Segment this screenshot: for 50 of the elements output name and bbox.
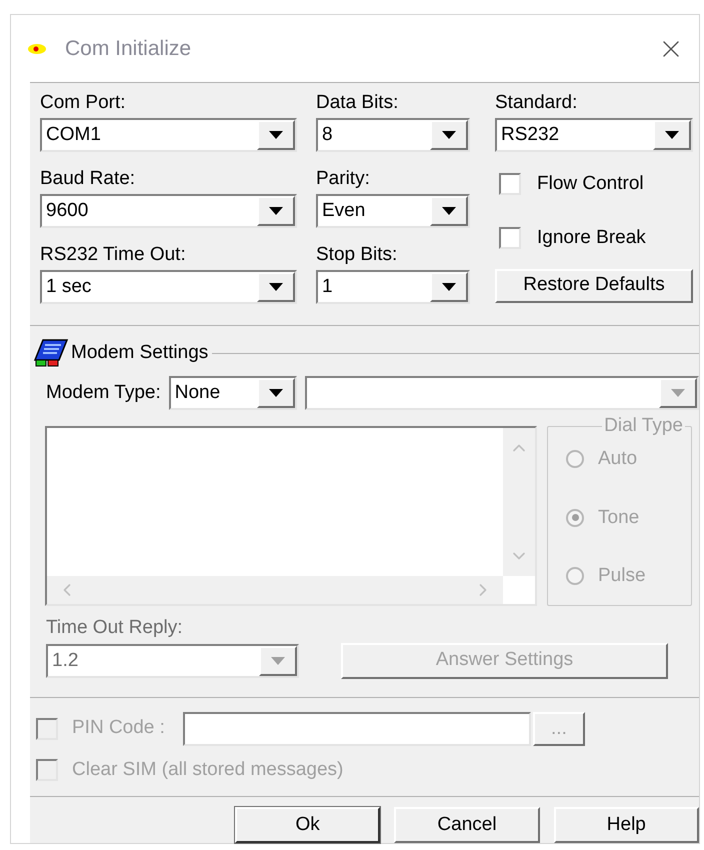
dropdown[interactable]: RS232 <box>495 118 693 152</box>
dropdown[interactable]: 9600 <box>40 194 297 228</box>
field-label: Com Port: <box>40 91 127 115</box>
checkbox-label: Clear SIM (all stored messages) <box>72 758 344 782</box>
dropdown[interactable]: 1 <box>316 270 470 304</box>
field-label: RS232 Time Out: <box>40 243 187 267</box>
horizontal-scrollbar[interactable] <box>47 576 503 604</box>
dropdown-arrow-icon <box>442 206 456 214</box>
modem-icon <box>33 338 69 368</box>
checkbox-label: PIN Code : <box>72 716 165 740</box>
dropdown[interactable]: 1 sec <box>40 270 297 304</box>
checkbox[interactable] <box>499 227 521 250</box>
radio-label: Tone <box>598 506 640 530</box>
dropdown[interactable]: Even <box>316 194 470 228</box>
dropdown[interactable]: None <box>168 376 297 410</box>
field-label: Data Bits: <box>316 91 400 115</box>
checkbox[interactable] <box>499 172 521 195</box>
dropdown-arrow-icon <box>665 130 679 138</box>
dropdown[interactable]: 8 <box>316 118 470 152</box>
dropdown[interactable]: COM1 <box>40 118 297 152</box>
field-label: Stop Bits: <box>316 243 398 267</box>
radio-label: Auto <box>598 447 638 471</box>
pin-code-field[interactable] <box>182 712 531 746</box>
radio-label: Pulse <box>598 564 646 588</box>
dropdown-arrow-icon <box>442 130 456 138</box>
dialog-button[interactable]: Ok <box>235 807 380 843</box>
dropdown-arrow-icon <box>268 389 283 397</box>
dropdown-arrow-icon <box>269 206 283 214</box>
group-title: Dial Type <box>602 415 685 437</box>
field-label: Time Out Reply: <box>46 616 184 640</box>
dropdown-arrow-icon <box>269 130 283 138</box>
field-label: Baud Rate: <box>40 167 136 191</box>
checkbox-label: Flow Control <box>537 172 644 196</box>
section-title: Modem Settings <box>71 340 208 365</box>
field-label: Modem Type: <box>46 380 161 405</box>
app-icon <box>27 42 47 54</box>
dropdown-arrow-icon <box>271 656 285 664</box>
vertical-scrollbar[interactable] <box>503 428 535 576</box>
dropdown[interactable] <box>304 376 699 410</box>
field-label: Parity: <box>316 167 371 191</box>
restore-defaults-button[interactable]: Restore Defaults <box>495 268 693 302</box>
list-box[interactable] <box>45 426 537 606</box>
checkbox-label: Ignore Break <box>537 226 646 250</box>
window-title: Com Initialize <box>65 36 192 62</box>
dropdown-arrow-icon <box>442 282 456 290</box>
dropdown-arrow-icon <box>269 282 283 290</box>
field-label: Standard: <box>495 91 578 115</box>
dialog-button[interactable]: Help <box>554 807 699 843</box>
dialog-button[interactable]: Cancel <box>394 807 540 843</box>
dropdown-arrow-icon <box>671 389 685 397</box>
